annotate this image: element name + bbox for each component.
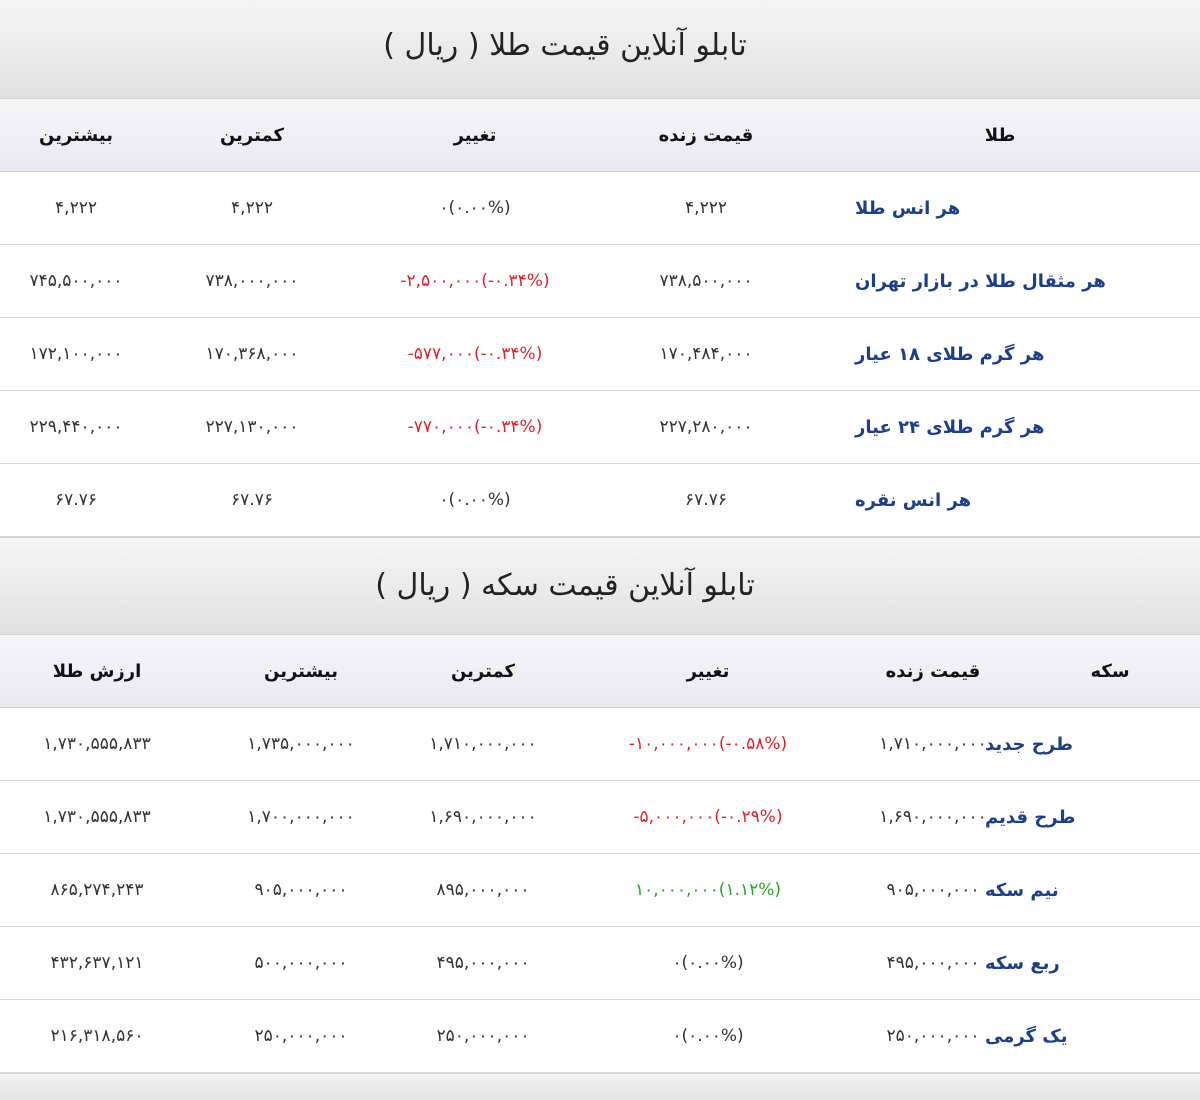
table-row: هر انس نقره ۶۷.۷۶ ۰(۰.۰۰%) ۶۷.۷۶ ۶۷.۷۶ [0, 464, 1200, 537]
gold-value: ۸۶۵,۲۷۴,۲۴۳ [50, 880, 144, 900]
price-change: ۰(۰.۰۰%) [672, 953, 744, 973]
price-change: -۵۷۷,۰۰۰(-۰.۳۴%) [407, 344, 543, 364]
live-price: ۹۰۵,۰۰۰,۰۰۰ [886, 880, 980, 900]
gold-value: ۲۱۶,۳۱۸,۵۶۰ [50, 1026, 144, 1046]
gold-board-title: تابلو آنلاین قیمت طلا ( ریال ) [383, 28, 747, 63]
min-price: ۲۲۷,۱۳۰,۰۰۰ [205, 417, 299, 437]
gold-table-body: هر انس طلا ۴,۲۲۲ ۰(۰.۰۰%) ۴,۲۲۲ ۴,۲۲۲ هر… [0, 172, 1200, 537]
gold-header-change: تغییر [453, 124, 497, 146]
min-price: ۸۹۵,۰۰۰,۰۰۰ [436, 880, 530, 900]
gold-value: ۴۳۲,۶۳۷,۱۲۱ [50, 953, 144, 973]
gold-item-link[interactable]: هر گرم طلای ۲۴ عیار [855, 391, 1185, 463]
live-price: ۱,۶۹۰,۰۰۰,۰۰۰ [879, 807, 987, 827]
table-row: هر گرم طلای ۱۸ عیار ۱۷۰,۴۸۴,۰۰۰ -۵۷۷,۰۰۰… [0, 318, 1200, 391]
table-row: طرح قدیم ۱,۶۹۰,۰۰۰,۰۰۰ -۵,۰۰۰,۰۰۰(-۰.۲۹%… [0, 781, 1200, 854]
live-price: ۱,۷۱۰,۰۰۰,۰۰۰ [879, 734, 987, 754]
max-price: ۴,۲۲۲ [55, 198, 97, 218]
coin-header-live: قیمت زنده [885, 660, 981, 682]
table-row: هر انس طلا ۴,۲۲۲ ۰(۰.۰۰%) ۴,۲۲۲ ۴,۲۲۲ [0, 172, 1200, 245]
price-change: ۰(۰.۰۰%) [439, 198, 511, 218]
max-price: ۲۲۹,۴۴۰,۰۰۰ [29, 417, 123, 437]
price-change: ۰(۰.۰۰%) [439, 490, 511, 510]
live-price: ۲۵۰,۰۰۰,۰۰۰ [886, 1026, 980, 1046]
table-row: نیم سکه ۹۰۵,۰۰۰,۰۰۰ ۱۰,۰۰۰,۰۰۰(۱.۱۲%) ۸۹… [0, 854, 1200, 927]
gold-header-name: طلا [984, 124, 1016, 146]
gold-header-max: بیشترین [39, 124, 113, 146]
table-row: هر مثقال طلا در بازار تهران ۷۳۸,۵۰۰,۰۰۰ … [0, 245, 1200, 318]
min-price: ۲۵۰,۰۰۰,۰۰۰ [436, 1026, 530, 1046]
table-row: یک گرمی ۲۵۰,۰۰۰,۰۰۰ ۰(۰.۰۰%) ۲۵۰,۰۰۰,۰۰۰… [0, 1000, 1200, 1073]
min-price: ۱,۶۹۰,۰۰۰,۰۰۰ [429, 807, 537, 827]
max-price: ۹۰۵,۰۰۰,۰۰۰ [254, 880, 348, 900]
max-price: ۱۷۲,۱۰۰,۰۰۰ [29, 344, 123, 364]
coin-header-change: تغییر [686, 660, 730, 682]
live-price: ۱۷۰,۴۸۴,۰۰۰ [659, 344, 753, 364]
price-change: -۲,۵۰۰,۰۰۰(-۰.۳۴%) [400, 271, 550, 291]
coin-table-header: سکه قیمت زنده تغییر کمترین بیشترین ارزش … [0, 635, 1200, 708]
table-row: هر گرم طلای ۲۴ عیار ۲۲۷,۲۸۰,۰۰۰ -۷۷۰,۰۰۰… [0, 391, 1200, 464]
max-price: ۱,۷۰۰,۰۰۰,۰۰۰ [247, 807, 355, 827]
price-change: -۱۰,۰۰۰,۰۰۰(-۰.۵۸%) [628, 734, 788, 754]
gold-item-link[interactable]: هر مثقال طلا در بازار تهران [855, 245, 1185, 317]
price-change: ۰(۰.۰۰%) [672, 1026, 744, 1046]
gold-board-header: تابلو آنلاین قیمت طلا ( ریال ) [0, 0, 1200, 99]
max-price: ۵۰۰,۰۰۰,۰۰۰ [254, 953, 348, 973]
min-price: ۱۷۰,۳۶۸,۰۰۰ [205, 344, 299, 364]
gold-value: ۱,۷۳۰,۵۵۵,۸۳۳ [43, 734, 151, 754]
live-price: ۴,۲۲۲ [685, 198, 727, 218]
coin-header-name: سکه [1090, 660, 1130, 682]
table-row: ربع سکه ۴۹۵,۰۰۰,۰۰۰ ۰(۰.۰۰%) ۴۹۵,۰۰۰,۰۰۰… [0, 927, 1200, 1000]
live-price: ۶۷.۷۶ [685, 490, 727, 510]
live-price: ۴۹۵,۰۰۰,۰۰۰ [886, 953, 980, 973]
price-change: ۱۰,۰۰۰,۰۰۰(۱.۱۲%) [634, 880, 782, 900]
min-price: ۶۷.۷۶ [231, 490, 273, 510]
price-change: -۵,۰۰۰,۰۰۰(-۰.۲۹%) [633, 807, 783, 827]
max-price: ۶۷.۷۶ [55, 490, 97, 510]
max-price: ۲۵۰,۰۰۰,۰۰۰ [254, 1026, 348, 1046]
price-change: -۷۷۰,۰۰۰(-۰.۳۴%) [407, 417, 543, 437]
gold-item-link[interactable]: هر انس نقره [855, 464, 1185, 536]
max-price: ۱,۷۳۵,۰۰۰,۰۰۰ [247, 734, 355, 754]
coin-table-body: طرح جدید ۱,۷۱۰,۰۰۰,۰۰۰ -۱۰,۰۰۰,۰۰۰(-۰.۵۸… [0, 708, 1200, 1073]
coin-header-max: بیشترین [264, 660, 338, 682]
gold-table-header: طلا قیمت زنده تغییر کمترین بیشترین [0, 99, 1200, 172]
gold-value: ۱,۷۳۰,۵۵۵,۸۳۳ [43, 807, 151, 827]
table-row: طرح جدید ۱,۷۱۰,۰۰۰,۰۰۰ -۱۰,۰۰۰,۰۰۰(-۰.۵۸… [0, 708, 1200, 781]
min-price: ۴۹۵,۰۰۰,۰۰۰ [436, 953, 530, 973]
max-price: ۷۴۵,۵۰۰,۰۰۰ [29, 271, 123, 291]
min-price: ۴,۲۲۲ [231, 198, 273, 218]
min-price: ۱,۷۱۰,۰۰۰,۰۰۰ [429, 734, 537, 754]
gold-header-min: کمترین [219, 124, 285, 146]
coin-header-min: کمترین [450, 660, 516, 682]
live-price: ۷۳۸,۵۰۰,۰۰۰ [659, 271, 753, 291]
coin-header-gold-value: ارزش طلا [52, 660, 142, 682]
coin-board-title: تابلو آنلاین قیمت سکه ( ریال ) [375, 568, 755, 603]
gold-item-link[interactable]: هر گرم طلای ۱۸ عیار [855, 318, 1185, 390]
footer-band [0, 1073, 1200, 1100]
live-price: ۲۲۷,۲۸۰,۰۰۰ [659, 417, 753, 437]
gold-header-live: قیمت زنده [658, 124, 754, 146]
min-price: ۷۳۸,۰۰۰,۰۰۰ [205, 271, 299, 291]
gold-item-link[interactable]: هر انس طلا [855, 172, 1185, 244]
coin-board-header: تابلو آنلاین قیمت سکه ( ریال ) [0, 537, 1200, 635]
